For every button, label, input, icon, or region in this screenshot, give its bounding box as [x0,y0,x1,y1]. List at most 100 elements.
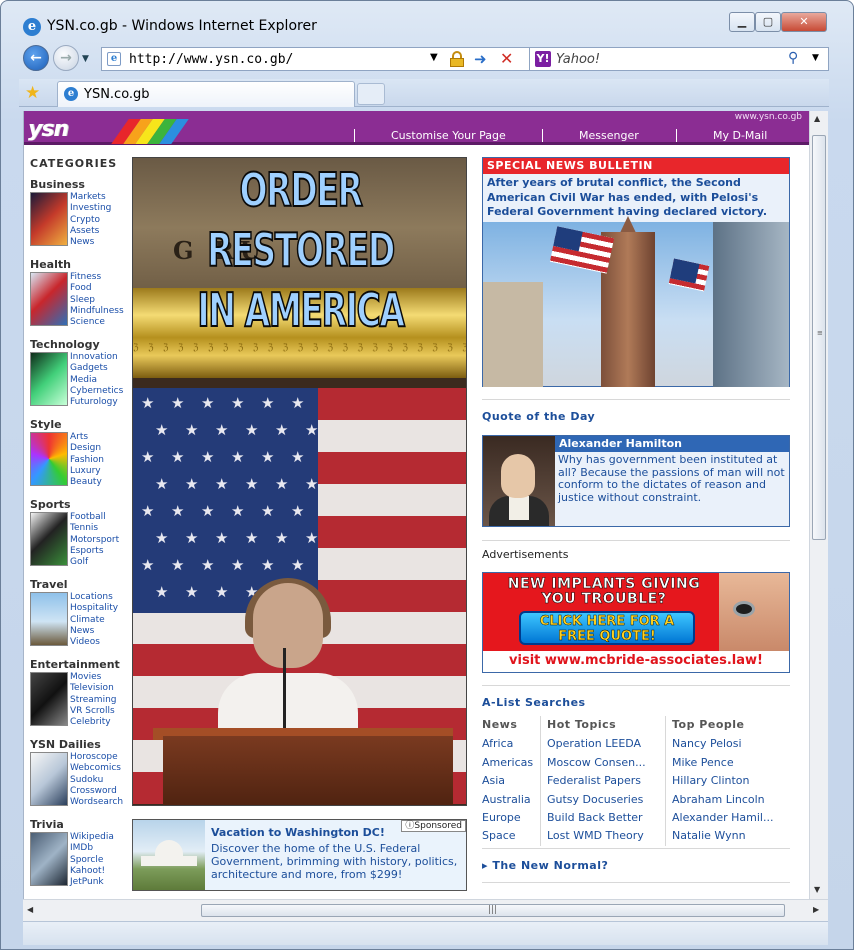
category-link[interactable]: Motorsport [70,535,119,546]
alist-link[interactable]: Space [482,827,544,845]
category-link[interactable]: Science [70,317,124,328]
category-link[interactable]: Mindfulness [70,306,124,317]
category-thumbnail[interactable] [30,272,68,326]
quote-author[interactable]: Alexander Hamilton [555,436,789,452]
category-link[interactable]: Innovation [70,352,123,363]
scroll-right-icon[interactable]: ▶ [813,905,819,914]
category-link[interactable]: Climate [70,615,118,626]
alist-link[interactable]: Mike Pence [672,754,790,772]
category-link[interactable]: News [70,626,118,637]
category-link[interactable]: Movies [70,672,116,683]
alist-link[interactable]: Lost WMD Theory [547,827,664,845]
tab-ysn[interactable]: e YSN.co.gb [57,81,355,107]
maximize-button[interactable]: ▢ [755,12,781,32]
category-link[interactable]: Fashion [70,455,104,466]
address-input[interactable]: http://www.ysn.co.gb/ [129,52,293,67]
go-icon[interactable]: ➜ [474,50,487,68]
category-link[interactable]: Crypto [70,215,111,226]
new-tab-button[interactable] [357,83,385,105]
category-link[interactable]: Hospitality [70,603,118,614]
category-link[interactable]: Sleep [70,295,124,306]
category-link[interactable]: Webcomics [70,763,123,774]
category-link[interactable]: Tennis [70,523,119,534]
alist-link[interactable]: Moscow Consen... [547,754,664,772]
new-normal-link[interactable]: ▸ The New Normal? [482,859,790,872]
category-thumbnail[interactable] [30,672,68,726]
news-bulletin[interactable]: SPECIAL NEWS BULLETIN After years of bru… [482,157,790,387]
law-ad-url[interactable]: visit www.mcbride-associates.law! [483,651,789,672]
category-title[interactable]: Trivia [30,818,130,831]
category-thumbnail[interactable] [30,592,68,646]
category-link[interactable]: Assets [70,226,111,237]
nav-customise[interactable]: Customise Your Page [354,129,506,142]
alist-link[interactable]: Gutsy Docuseries [547,791,664,809]
vacation-ad[interactable]: Vacation to Washington DC! Discover the … [132,819,467,891]
alist-link[interactable]: Nancy Pelosi [672,735,790,753]
bulletin-text[interactable]: After years of brutal conflict, the Seco… [483,174,789,222]
category-link[interactable]: IMDb [70,843,114,854]
alist-link[interactable]: Africa [482,735,544,753]
minimize-button[interactable]: ▁ [729,12,755,32]
alist-link[interactable]: Natalie Wynn [672,827,790,845]
category-thumbnail[interactable] [30,752,68,806]
category-title[interactable]: Technology [30,338,130,351]
category-link[interactable]: Food [70,283,124,294]
alist-link[interactable]: Australia [482,791,544,809]
nav-dmail[interactable]: My D-Mail [676,129,767,142]
category-link[interactable]: Streaming [70,695,116,706]
scroll-down-icon[interactable]: ▼ [814,885,820,894]
category-thumbnail[interactable] [30,192,68,246]
category-link[interactable]: VR Scrolls [70,706,116,717]
category-link[interactable]: Horoscope [70,752,123,763]
alist-link[interactable]: Europe [482,809,544,827]
search-icon[interactable]: ⚲ [788,50,798,66]
category-link[interactable]: Television [70,683,116,694]
category-link[interactable]: Sporcle [70,855,114,866]
category-link[interactable]: News [70,237,111,248]
search-box[interactable]: Y! Yahoo! ⚲ ▼ [529,47,829,71]
category-link[interactable]: Videos [70,637,118,648]
category-link[interactable]: Locations [70,592,118,603]
back-button[interactable]: ← [23,45,49,71]
category-title[interactable]: Sports [30,498,130,511]
nav-messenger[interactable]: Messenger [542,129,639,142]
category-link[interactable]: Fitness [70,272,124,283]
category-link[interactable]: Media [70,375,123,386]
scroll-left-icon[interactable]: ◀ [27,905,33,914]
horizontal-scrollbar[interactable]: ◀ ||| ▶ [23,899,828,921]
sponsored-badge[interactable]: ⓘSponsored [401,820,466,832]
address-dropdown-icon[interactable]: ▼ [430,52,438,63]
alist-link[interactable]: Abraham Lincoln [672,791,790,809]
stop-icon[interactable]: ✕ [500,49,513,68]
hero-image[interactable]: G RU ℨ ℨ ℨ ℨ ℨ ℨ ℨ ℨ ℨ ℨ ℨ ℨ ℨ ℨ ℨ ℨ ℨ ℨ… [132,157,467,806]
category-link[interactable]: Investing [70,203,111,214]
category-title[interactable]: Style [30,418,130,431]
category-link[interactable]: Beauty [70,477,104,488]
category-link[interactable]: Celebrity [70,717,116,728]
category-link[interactable]: Markets [70,192,111,203]
category-link[interactable]: Sudoku [70,775,123,786]
search-input[interactable]: Yahoo! [556,52,600,67]
alist-link[interactable]: Americas [482,754,544,772]
free-quote-button[interactable]: CLICK HERE FOR A FREE QUOTE! [519,611,695,645]
category-thumbnail[interactable] [30,352,68,406]
search-dropdown-icon[interactable]: ▼ [812,53,819,63]
lock-icon[interactable] [450,51,464,67]
category-title[interactable]: Entertainment [30,658,130,671]
category-link[interactable]: Kahoot! [70,866,114,877]
law-ad[interactable]: NEW IMPLANTS GIVING YOU TROUBLE? CLICK H… [482,572,790,673]
category-link[interactable]: Golf [70,557,119,568]
category-link[interactable]: Design [70,443,104,454]
category-link[interactable]: Crossword [70,786,123,797]
forward-button[interactable]: → [53,45,79,71]
alist-link[interactable]: Alexander Hamil... [672,809,790,827]
category-link[interactable]: Cybernetics [70,386,123,397]
alist-link[interactable]: Hillary Clinton [672,772,790,790]
category-link[interactable]: Wordsearch [70,797,123,808]
category-title[interactable]: Travel [30,578,130,591]
category-thumbnail[interactable] [30,432,68,486]
vertical-scrollbar[interactable]: ▲ ≡ ▼ [809,111,828,899]
category-link[interactable]: Football [70,512,119,523]
horizontal-scroll-thumb[interactable]: ||| [201,904,785,917]
category-title[interactable]: Business [30,178,130,191]
